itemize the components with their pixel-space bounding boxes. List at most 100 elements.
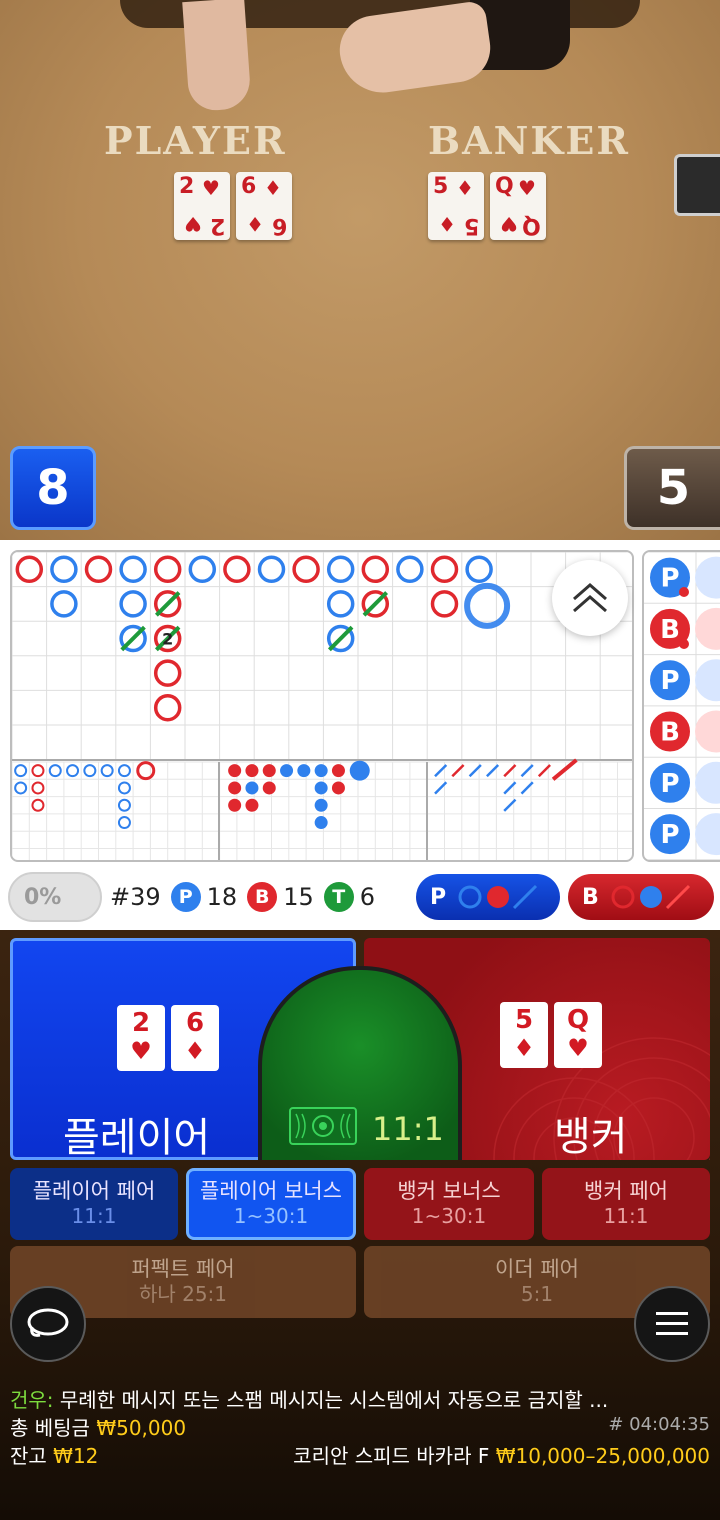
player-mark (314, 798, 328, 812)
total-bet-label: 총 베팅금 (10, 1416, 90, 1440)
banker-count: 15 (283, 883, 314, 911)
playing-card: 6 ♦ ♦ 6 (236, 172, 292, 240)
banker-mark (262, 781, 276, 795)
bead-partial (695, 761, 720, 804)
table-info[interactable]: 코리안 스피드 바카라 F ₩10,000–25,000,000 (293, 1440, 710, 1469)
banker-mark (262, 764, 276, 778)
player-mark (100, 764, 114, 778)
player-mark (314, 764, 328, 778)
player-bet-label: 플레이어 (63, 1115, 211, 1161)
player-mark (14, 764, 28, 778)
banker-mark (31, 781, 45, 795)
banker-mark (430, 590, 459, 618)
expand-roads-button[interactable] (552, 560, 628, 636)
player-mark (66, 764, 80, 778)
banker-score-badge: 5 (624, 446, 720, 530)
side-bet-label: 플레이어 페어 (32, 1179, 156, 1203)
chat-bubble-icon (27, 1308, 69, 1337)
chat-sender: 건우: (10, 1388, 54, 1412)
banker-mark (153, 693, 182, 722)
player-score-badge: 8 (10, 446, 96, 530)
predict-banker-label: B (582, 884, 599, 910)
roads-grid: 2 (12, 552, 632, 860)
banker-mark (331, 781, 345, 795)
game-id: # 04:04:35 (608, 1414, 710, 1435)
player-predict-button[interactable]: P (416, 874, 560, 920)
player-mark (117, 781, 131, 795)
balance-value: ₩12 (53, 1444, 99, 1468)
balance-label: 잔고 (10, 1444, 47, 1468)
bead-label: P (660, 820, 679, 850)
player-mark (245, 781, 259, 795)
bead-road-side[interactable]: PBPBPP (642, 550, 720, 862)
player-mark (50, 590, 78, 618)
banker-mark (153, 555, 182, 584)
win-rate-toggle[interactable]: 0% (8, 872, 102, 922)
table-banker-label: BANKER (428, 118, 630, 163)
player-mark (188, 555, 217, 584)
playing-card: 2 ♥ (117, 1005, 165, 1071)
card-shoe (674, 154, 720, 216)
playing-card: 5 ♦ ♦ 5 (428, 172, 484, 240)
banker-mark (245, 764, 259, 778)
bead-partial (695, 607, 720, 650)
tie-count-badge: T (323, 882, 354, 912)
player-mark (117, 816, 131, 830)
player-count: 18 (206, 883, 238, 911)
banker-pair-bet[interactable]: 뱅커 페어 11:1 (542, 1168, 710, 1240)
player-mark (257, 555, 286, 584)
player-mark (465, 555, 493, 584)
bead-partial (695, 813, 720, 856)
player-mark (117, 764, 131, 778)
player-count-badge: P (170, 882, 201, 912)
bead-partial (695, 710, 720, 753)
side-bet-label: 퍼펙트 페어 (131, 1257, 235, 1281)
pair-dot (679, 587, 689, 597)
side-bet-odds: 1~30:1 (411, 1204, 487, 1228)
player-mark (280, 764, 294, 778)
banker-mark (292, 555, 320, 584)
tie-bill-icon (289, 1107, 357, 1145)
side-bet-label: 뱅커 보너스 (397, 1179, 501, 1203)
chat-button[interactable] (10, 1286, 86, 1362)
banker-mark (31, 798, 45, 812)
player-mark (326, 555, 355, 584)
scoreboard-roads[interactable]: 2 (10, 550, 634, 862)
banker-predict-icons (611, 884, 690, 910)
total-bet-value: ₩50,000 (96, 1416, 187, 1440)
banker-mark (84, 555, 113, 584)
side-bet-label: 뱅커 페어 (584, 1179, 668, 1203)
playing-card: 5 ♦ (500, 1002, 548, 1068)
side-bet-label: 이더 페어 (495, 1257, 579, 1281)
table-banker-cards: 5 ♦ ♦ 5 Q ♥ ♥ Q (428, 172, 546, 240)
banker-mark (331, 764, 345, 778)
player-bonus-bet[interactable]: 플레이어 보너스 1~30:1 (186, 1168, 356, 1240)
live-video: PLAYER BANKER 2 ♥ ♥ 2 6 ♦ ♦ 6 5 ♦ ♦ 5 Q ♥ ♥ Q 8 … (0, 0, 720, 540)
player-predict-icons (458, 884, 538, 910)
tie-count-marker: 2 (162, 630, 173, 649)
player-mark (50, 555, 78, 584)
side-bet-label: 플레이어 보너스 (200, 1179, 342, 1203)
banker-mark (228, 781, 242, 795)
banker-mark (245, 798, 259, 812)
total-bet: 총 베팅금 ₩50,000 (10, 1412, 186, 1441)
playing-card: Q ♥ (554, 1002, 602, 1068)
prediction-mark (464, 582, 511, 629)
bead-partial (695, 556, 720, 599)
bead-label: B (660, 615, 680, 645)
banker-predict-button[interactable]: B (568, 874, 714, 920)
menu-button[interactable] (634, 1286, 710, 1362)
player-pair-bet[interactable]: 플레이어 페어 11:1 (10, 1168, 178, 1240)
tie-count: 6 (359, 883, 376, 911)
table-name: 코리안 스피드 바카라 F (293, 1444, 490, 1468)
player-mark (326, 590, 355, 618)
player-mark (119, 555, 147, 584)
banker-mark (430, 555, 459, 584)
playing-card: Q ♥ ♥ Q (490, 172, 546, 240)
banker-mark (361, 555, 390, 584)
banker-bet-cards: 5 ♦ Q ♥ (500, 1002, 602, 1068)
win-rate-label: 0% (24, 885, 62, 910)
bead-partial (695, 659, 720, 702)
banker-bonus-bet[interactable]: 뱅커 보너스 1~30:1 (364, 1168, 534, 1240)
chevron-double-up-icon (573, 583, 607, 613)
